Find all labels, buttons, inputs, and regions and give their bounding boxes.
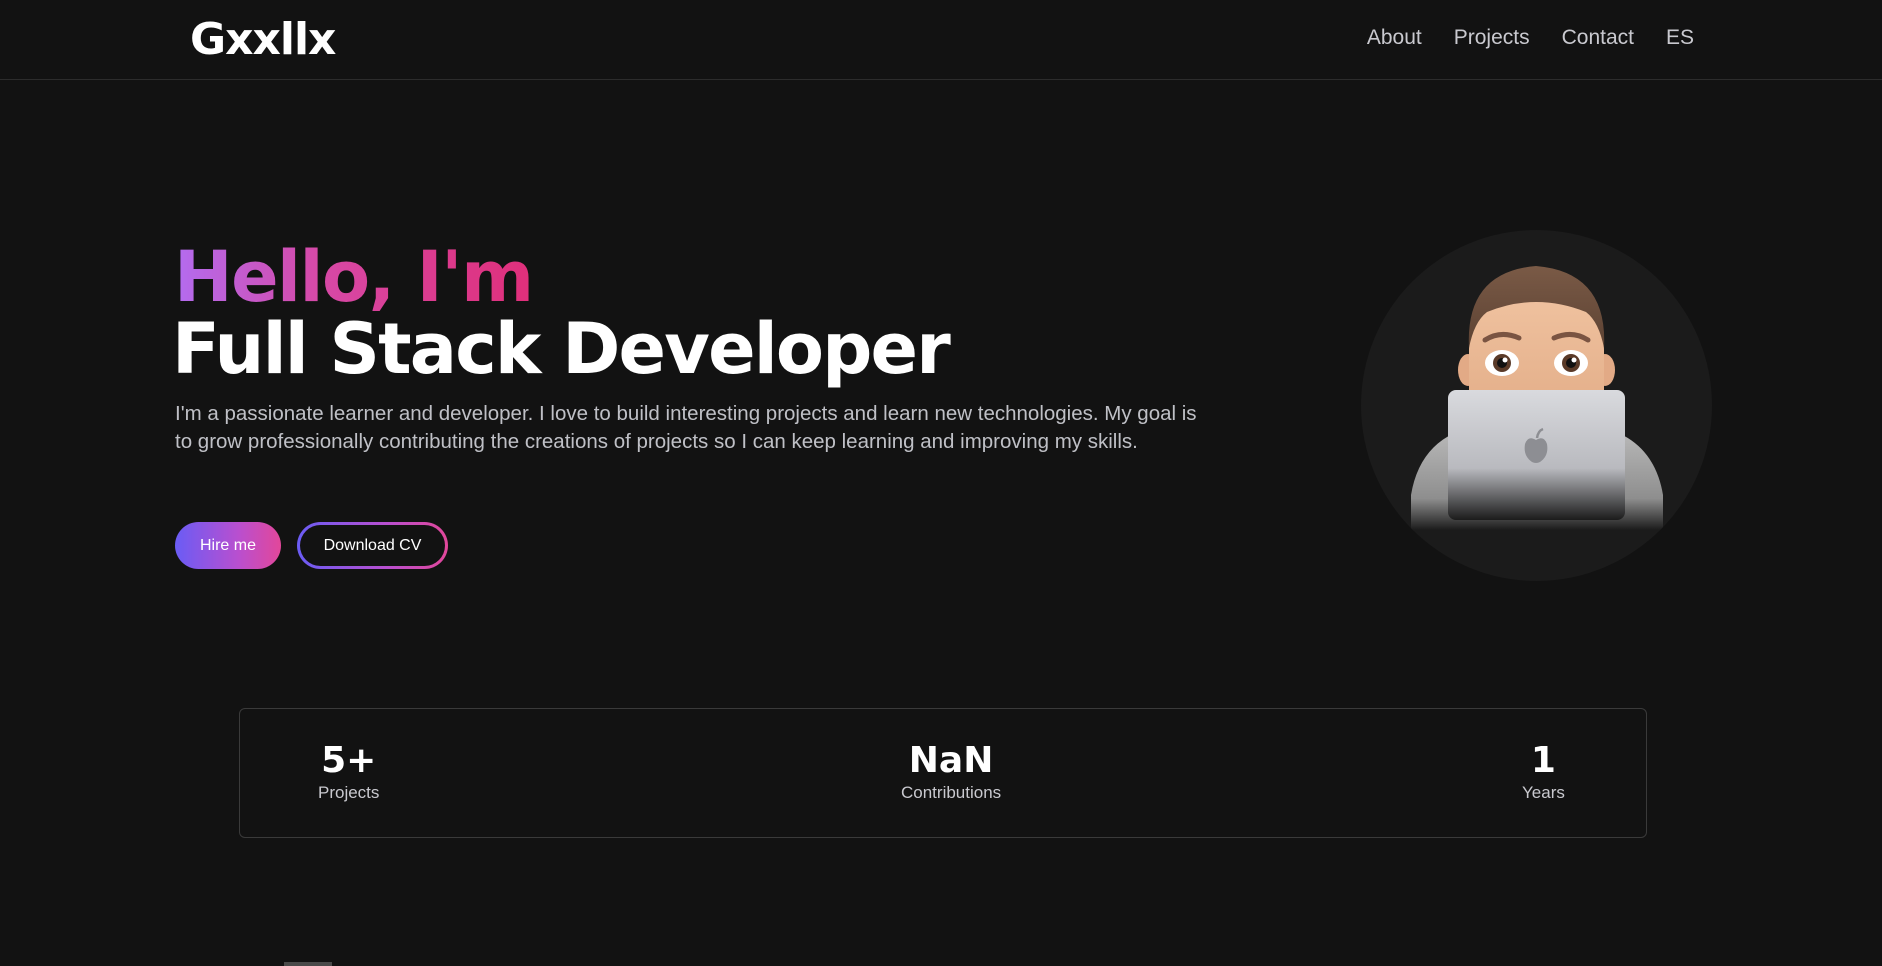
stat-projects: 5+ Projects	[318, 741, 379, 803]
stats-panel: 5+ Projects NaN Contributions 1 Years	[239, 708, 1647, 838]
stat-label: Projects	[318, 783, 380, 802]
navbar: Gxxllx About Projects Contact ES	[0, 0, 1882, 80]
stat-label: Contributions	[901, 783, 1002, 802]
stat-contributions: NaN Contributions	[901, 741, 1001, 803]
hire-me-button[interactable]: Hire me	[175, 522, 281, 569]
nav-link-about[interactable]: About	[1367, 26, 1422, 50]
scroll-indicator	[284, 962, 332, 966]
nav-links: About Projects Contact ES	[1367, 26, 1694, 50]
memoji-laptop-avatar-icon	[1411, 266, 1663, 530]
site-logo[interactable]: Gxxllx	[190, 14, 336, 65]
hero-title: Full Stack Developer	[172, 308, 951, 390]
avatar	[1361, 230, 1712, 581]
nav-link-contact[interactable]: Contact	[1562, 26, 1634, 50]
language-toggle[interactable]: ES	[1666, 26, 1694, 50]
stat-value: NaN	[908, 740, 994, 781]
hero-greeting: Hello, I'm	[174, 236, 534, 318]
stat-years: 1 Years	[1522, 741, 1565, 803]
download-cv-button[interactable]: Download CV	[297, 522, 448, 569]
nav-link-projects[interactable]: Projects	[1454, 26, 1530, 50]
stat-value: 1	[1530, 740, 1556, 781]
stat-label: Years	[1522, 783, 1565, 802]
hero-description: I'm a passionate learner and developer. …	[175, 402, 1197, 453]
download-cv-label: Download CV	[300, 525, 445, 566]
stat-value: 5+	[321, 740, 377, 781]
